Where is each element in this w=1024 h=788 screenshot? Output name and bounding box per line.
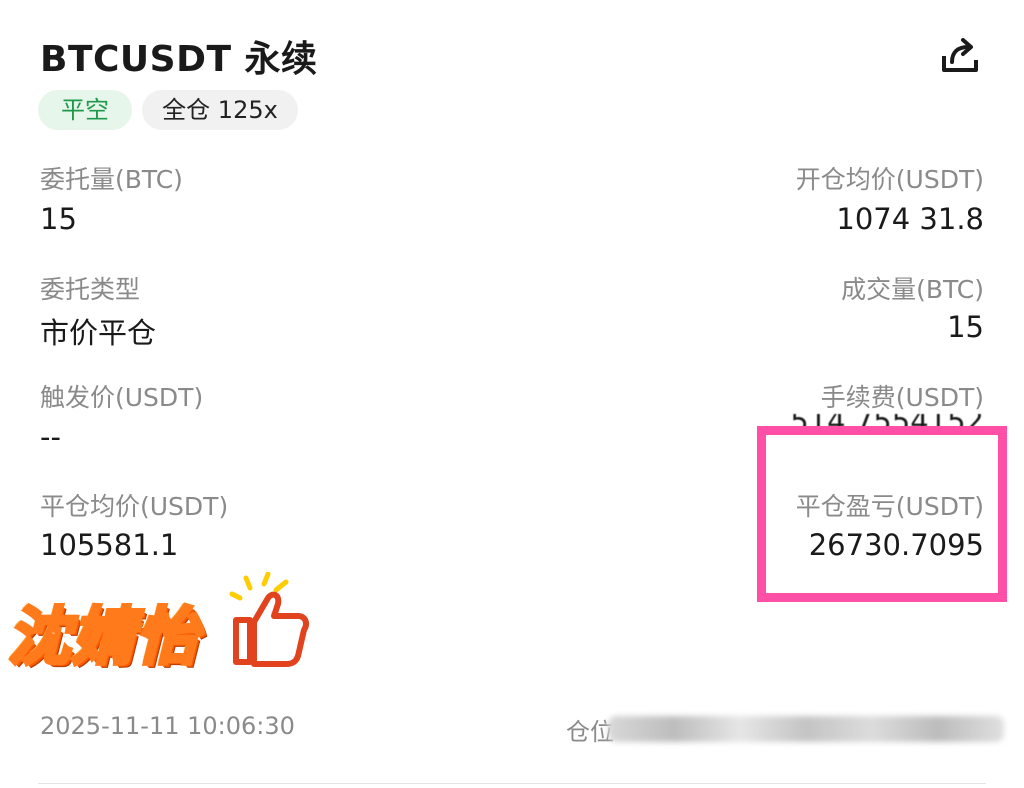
- share-icon[interactable]: [938, 34, 982, 78]
- side-badge: 平空: [38, 90, 132, 130]
- divider: [38, 783, 986, 784]
- close-avg-label: 平仓均价(USDT): [40, 492, 229, 521]
- thumbs-up-icon: [228, 571, 312, 672]
- filled-qty-value: 15: [947, 310, 984, 344]
- open-avg-label: 开仓均价(USDT): [795, 165, 984, 194]
- fee-label: 手续费(USDT): [820, 383, 984, 412]
- order-type-label: 委托类型: [40, 275, 141, 304]
- order-qty-label: 委托量(BTC): [40, 165, 183, 194]
- position-label: 仓位: [566, 718, 614, 746]
- trigger-price-label: 触发价(USDT): [40, 383, 204, 412]
- close-pnl-label: 平仓盈亏(USDT): [795, 492, 984, 521]
- filled-qty-label: 成交量(BTC): [841, 275, 984, 304]
- open-avg-value: 1074 31.8: [836, 202, 984, 236]
- order-type-value: 市价平仓: [40, 316, 157, 350]
- name-sticker: 沈婧怡: [6, 598, 201, 675]
- page-title: BTCUSDT 永续: [40, 39, 318, 80]
- blurred-position-info: [608, 716, 1004, 742]
- fee-value: 514.7554152: [790, 414, 984, 436]
- timestamp: 2025-11-11 10:06:30: [40, 712, 295, 740]
- trigger-price-value: --: [40, 420, 61, 454]
- close-avg-value: 105581.1: [40, 528, 179, 562]
- margin-badge: 全仓 125x: [142, 90, 298, 130]
- order-qty-value: 15: [40, 202, 77, 236]
- close-pnl-value: 26730.7095: [808, 528, 984, 562]
